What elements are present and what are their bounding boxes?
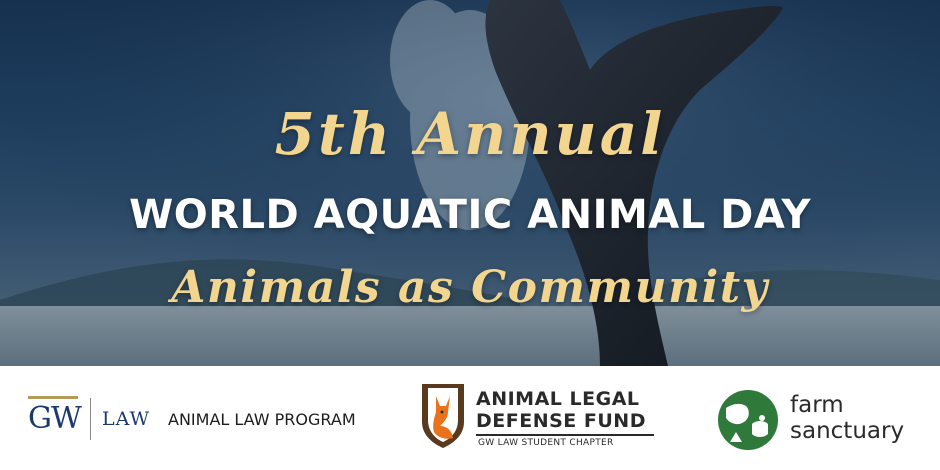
farm-text-line2: sanctuary <box>790 418 905 444</box>
aldf-rule <box>476 434 654 436</box>
aldf-name-line2: DEFENSE FUND <box>476 410 646 432</box>
event-banner: 5th Annual WORLD AQUATIC ANIMAL DAY Anim… <box>0 0 940 470</box>
gw-divider <box>90 398 91 440</box>
sponsor-logo-strip: GW LAW ANIMAL LAW PROGRAM ANIMAL LEGAL D… <box>0 366 940 470</box>
edition-heading: 5th Annual <box>274 100 666 168</box>
gw-law-text: LAW <box>102 408 151 430</box>
fox-shield-icon <box>422 384 464 448</box>
gw-letters: GW <box>28 401 82 436</box>
aldf-chapter: GW LAW STUDENT CHAPTER <box>478 438 614 448</box>
gw-program-name: ANIMAL LAW PROGRAM <box>168 410 356 429</box>
hero-banner: 5th Annual WORLD AQUATIC ANIMAL DAY Anim… <box>0 0 940 366</box>
event-title: WORLD AQUATIC ANIMAL DAY <box>129 192 811 238</box>
water-surface <box>0 306 940 366</box>
farm-text-line1: farm <box>790 392 844 418</box>
gw-monogram: GW <box>28 396 82 440</box>
farm-sanctuary-logo: farm sanctuary <box>716 388 916 452</box>
aldf-logo: ANIMAL LEGAL DEFENSE FUND GW LAW STUDENT… <box>420 382 660 454</box>
aldf-name-line1: ANIMAL LEGAL <box>476 388 640 410</box>
event-theme: Animals as Community <box>171 262 769 313</box>
farm-animals-icon <box>718 390 778 450</box>
